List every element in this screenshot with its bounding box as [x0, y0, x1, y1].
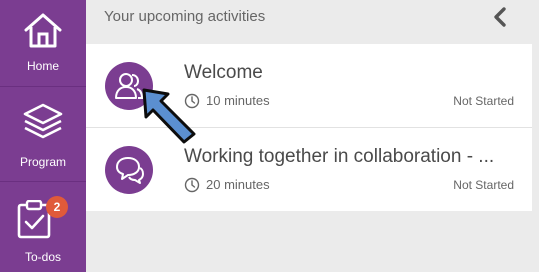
sidebar-item-todos[interactable]: To-dos: [0, 182, 86, 272]
sidebar-item-label: Program: [19, 155, 66, 169]
chevron-left-icon[interactable]: [490, 5, 510, 29]
activity-status: Not Started: [453, 94, 514, 108]
layers-icon: [23, 103, 63, 139]
home-icon: [24, 13, 62, 48]
activity-title: Welcome: [184, 62, 263, 83]
sidebar: Home Program To-dos 2: [0, 0, 86, 272]
sidebar-item-label: Home: [26, 59, 59, 73]
sidebar-item-home[interactable]: Home: [0, 0, 86, 86]
sidebar-item-program[interactable]: Program: [0, 87, 86, 181]
activity-duration: 10 minutes: [206, 93, 270, 108]
todo-count-badge: 2: [46, 196, 68, 218]
panel-header: Your upcoming activities: [86, 0, 532, 44]
activity-avatar: [105, 146, 153, 194]
chat-bubbles-icon: [116, 157, 144, 184]
sidebar-item-label: To-dos: [24, 250, 62, 264]
panel-title: Your upcoming activities: [104, 8, 266, 25]
clock-icon: [184, 177, 200, 193]
activity-status: Not Started: [453, 178, 514, 192]
activity-duration: 20 minutes: [206, 177, 270, 192]
activity-title: Working together in collaboration - ...: [184, 146, 495, 167]
pointer-arrow-icon: [142, 88, 196, 144]
